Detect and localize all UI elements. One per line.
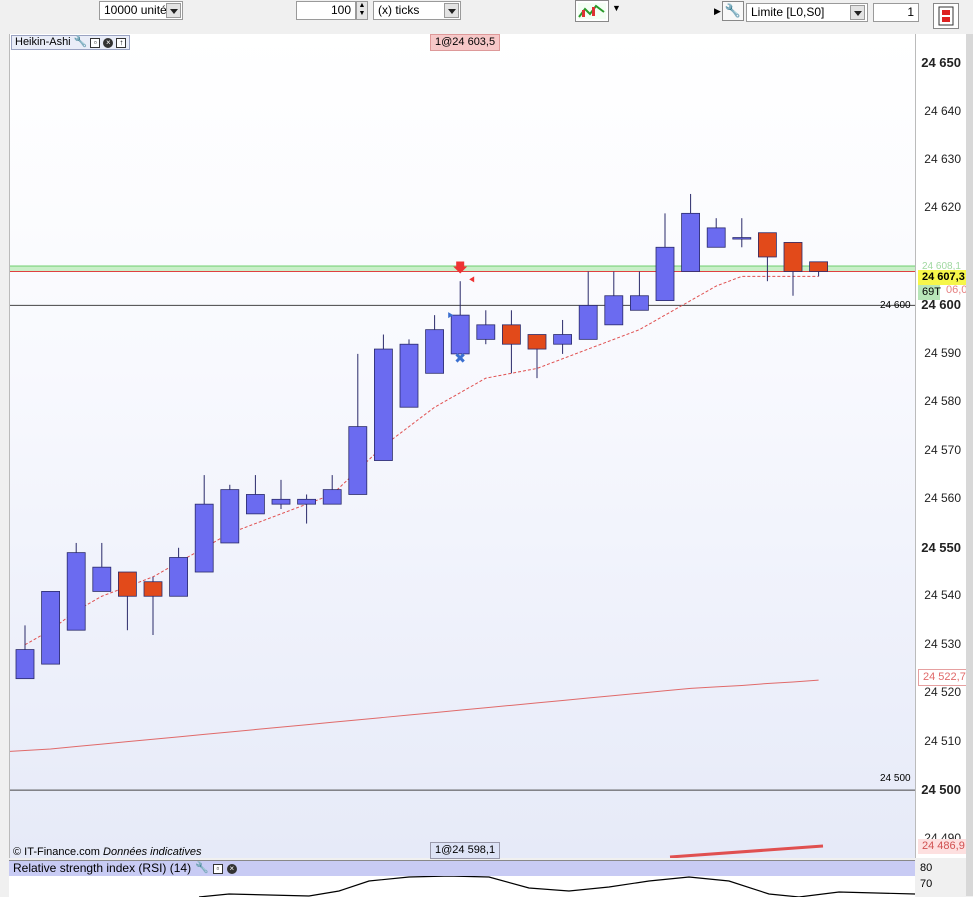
order-type-dropdown-icon[interactable]: [850, 5, 865, 20]
rsi-label-70: 70: [920, 878, 933, 890]
hline-label-24500: 24 500: [880, 773, 911, 784]
candlestick-plot[interactable]: ✖: [10, 34, 916, 858]
y-tick-label: 24 580: [924, 394, 961, 409]
y-tick-label: 24 530: [924, 636, 961, 651]
data-attribution: © IT-Finance.com Données indicatives: [13, 846, 201, 858]
rsi-label-80: 80: [920, 862, 933, 874]
candle-body: [425, 329, 445, 374]
quantity-dropdown-icon[interactable]: [166, 3, 181, 18]
indicator-name: Heikin-Ashi: [15, 36, 71, 48]
ma-price-tag: 24 522,7: [918, 669, 971, 686]
bottom-trend-line: [669, 844, 824, 858]
candle-body: [527, 334, 547, 350]
y-tick-label: 24 630: [924, 152, 961, 167]
tick-count-input[interactable]: 100: [296, 1, 356, 20]
rsi-title: Relative strength index (RSI) (14): [13, 861, 192, 875]
indicator-move-icon[interactable]: ↑: [116, 37, 127, 48]
y-tick-label: 24 590: [924, 345, 961, 360]
candle-body: [553, 334, 572, 345]
candle-body: [194, 503, 214, 573]
candle-body: [732, 237, 752, 240]
bottom-price-tag: 24 486,9: [918, 839, 969, 854]
right-scroll-strip[interactable]: [966, 34, 973, 896]
tick-unit-dropdown-icon[interactable]: [444, 3, 459, 18]
y-tick-label: 24 500: [921, 782, 961, 798]
order-qty-input[interactable]: 1: [873, 3, 919, 22]
indicator-settings-icon[interactable]: 🔧: [74, 36, 88, 49]
candle-body: [501, 324, 521, 345]
candle-body: [92, 566, 112, 592]
candle-body: [66, 552, 86, 631]
close-position-icon[interactable]: [933, 3, 959, 29]
y-tick-label: 24 520: [924, 685, 961, 700]
price-axis[interactable]: 24 650 24 640 24 630 24 620 24 600 24 590 24 5…: [915, 34, 967, 858]
candle-body: [758, 232, 777, 258]
indicator-close-icon[interactable]: ×: [103, 37, 114, 48]
y-tick-label: 24 550: [921, 539, 961, 555]
y-tick-label: 24 620: [924, 200, 961, 215]
rsi-window-icon[interactable]: ▫: [212, 863, 223, 874]
chart-type-dropdown-icon[interactable]: ▼: [612, 3, 621, 13]
candle-body: [681, 212, 700, 272]
bottom-trade-label: 1@24 598,1: [430, 842, 501, 859]
candle-body: [169, 557, 189, 597]
candle-body: [118, 571, 137, 597]
candle-body: [348, 426, 368, 495]
candle-body: [655, 246, 675, 301]
rsi-header: Relative strength index (RSI) (14) 🔧 ▫ ×: [9, 861, 915, 876]
candle-body: [297, 498, 317, 505]
y-tick-label: 24 650: [921, 55, 961, 71]
copyright-text: © IT-Finance.com: [13, 846, 100, 858]
indicator-window-icon[interactable]: ▫: [90, 37, 101, 48]
candle-body: [373, 348, 393, 461]
disclaimer-text: Données indicatives: [103, 846, 202, 858]
y-tick-label: 24 640: [924, 103, 961, 118]
y-tick-label: 24 540: [924, 588, 961, 603]
candle-body: [450, 314, 470, 355]
exit-cross-icon: ✖: [454, 351, 466, 367]
candle-body: [783, 242, 803, 272]
candle-body: [143, 581, 163, 597]
y-tick-label: 24 570: [924, 442, 961, 457]
candle-body: [41, 591, 61, 665]
candle-body: [322, 489, 342, 505]
hline-label-24600: 24 600: [880, 300, 911, 311]
ticks-tag: 69T: [918, 285, 941, 300]
candle-body: [476, 324, 496, 340]
top-toolbar: 10000 unités 100 ▲ ▼ (x) ticks ▼ ▶ 🔧 Limi…: [0, 0, 973, 30]
expand-arrow-icon[interactable]: ▶: [714, 6, 721, 17]
candle-body: [809, 261, 828, 272]
rsi-settings-icon[interactable]: 🔧: [195, 861, 209, 876]
y-tick-label: 24 560: [924, 491, 961, 506]
candle-body: [604, 295, 624, 326]
candle-body: [399, 343, 419, 408]
rsi-close-icon[interactable]: ×: [226, 863, 237, 874]
candle-body: [630, 295, 649, 311]
tick-count-spinner-icon[interactable]: ▲ ▼: [356, 1, 368, 20]
candle-body: [245, 494, 265, 515]
candle-body: [220, 489, 240, 544]
entry-marker-icon: [469, 276, 475, 283]
candle-body: [578, 305, 598, 340]
candle-body: [271, 498, 291, 505]
indicator-header: Heikin-Ashi 🔧 ▫ × ↑: [11, 35, 131, 50]
price-chart[interactable]: ✖: [9, 34, 916, 858]
chart-type-icon[interactable]: [575, 0, 609, 22]
y-tick-label: 24 510: [924, 733, 961, 748]
wrench-icon[interactable]: 🔧: [722, 1, 744, 21]
top-trade-label: 1@24 603,5: [430, 34, 501, 51]
candle-body: [15, 649, 35, 680]
ma-long-line: [10, 679, 819, 752]
candle-body: [706, 227, 726, 248]
